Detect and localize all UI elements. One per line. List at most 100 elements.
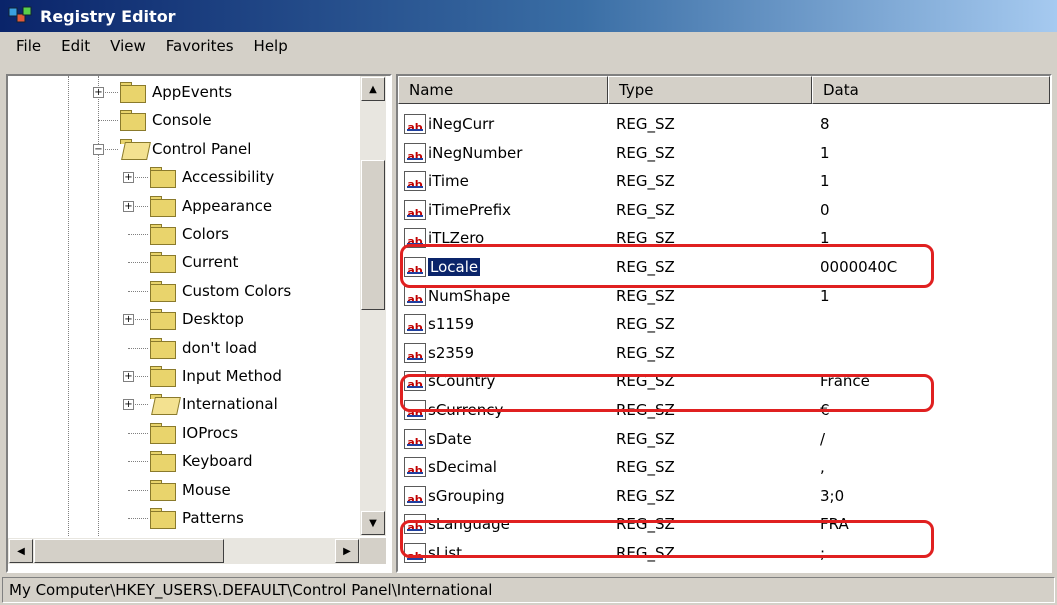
tree-item[interactable]: Mouse [148,476,231,504]
tree-item[interactable]: Appearance [148,192,272,220]
tree-item[interactable]: IOProcs [148,419,238,447]
value-name: sCountry [428,372,496,391]
registry-editor-icon [8,5,34,27]
tree-item[interactable]: Input Method [148,362,282,390]
string-value-icon: ab [404,514,426,535]
tree-connector-line [128,432,148,434]
table-row[interactable]: ab iTLZero REG_SZ 1 [398,224,1050,252]
folder-icon [148,195,176,217]
value-name: iTLZero [428,229,485,248]
tree-item[interactable]: Console [118,106,212,134]
folder-icon [148,167,176,189]
value-name-cell: ab sList [404,539,462,567]
value-data: 1 [820,286,830,305]
value-name-cell: ab NumShape [404,282,510,310]
tree-item[interactable]: Control Panel [118,135,251,163]
tree-item[interactable]: don't load [148,334,257,362]
values-list-pane: Name Type Data ab iNegCurr REG_SZ 8 ab iNegNu… [396,74,1052,573]
tree-item[interactable]: AppEvents [118,78,232,106]
table-row[interactable]: ab Locale REG_SZ 0000040C [398,253,1050,281]
expand-icon[interactable]: + [93,87,104,98]
scroll-left-button[interactable]: ◀ [9,539,33,563]
tree-connector-line [128,489,148,491]
tree-item[interactable]: Desktop [148,305,244,333]
value-data: France [820,372,870,391]
horizontal-scroll-thumb[interactable] [34,539,224,563]
table-row[interactable]: ab NumShape REG_SZ 1 [398,282,1050,310]
tree-connector-line [128,262,148,264]
tree-item[interactable]: Custom Colors [148,277,291,305]
title-bar[interactable]: Registry Editor [0,0,1057,32]
menu-bar: File Edit View Favorites Help [0,33,298,59]
folder-icon [118,82,146,103]
scroll-thumb[interactable] [361,160,385,310]
table-row[interactable]: ab s1159 REG_SZ [398,310,1050,338]
folder-icon [148,508,176,529]
column-header-name[interactable]: Name [398,76,608,104]
value-type: REG_SZ [616,115,675,133]
table-row[interactable]: ab iTimePrefix REG_SZ 0 [398,196,1050,224]
table-row[interactable]: ab sDecimal REG_SZ, [398,453,1050,481]
string-value-icon: ab [404,114,426,134]
column-header-data[interactable]: Data [812,76,1050,104]
string-value-icon: ab [404,543,426,563]
expand-icon[interactable]: + [123,200,134,212]
tree-vertical-scrollbar[interactable]: ▲ ▼ [360,76,386,536]
tree-item-label: don't load [182,338,258,357]
tree-item[interactable]: Keyboard [148,447,253,475]
folder-icon [148,422,176,444]
menu-favorites[interactable]: Favorites [156,37,244,55]
scroll-up-button[interactable]: ▲ [361,77,385,101]
tree-item[interactable]: Colors [148,220,229,248]
scroll-right-button[interactable]: ▶ [335,539,359,563]
column-header-type[interactable]: Type [608,76,812,104]
tree-item[interactable]: Accessibility [148,163,274,191]
menu-view[interactable]: View [100,37,156,55]
scrollbar-corner [360,538,386,564]
tree-guide-line [68,76,69,536]
value-name-cell: ab sCountry [404,367,495,395]
table-row[interactable]: ab sLanguage REG_SZ FRA [398,510,1050,538]
scroll-down-button[interactable]: ▼ [361,511,385,535]
table-row[interactable]: ab s2359 REG_SZ [398,339,1050,367]
value-name: s1159 [428,315,474,334]
menu-edit[interactable]: Edit [51,37,100,55]
table-row[interactable]: ab iNegCurr REG_SZ 8 [398,110,1050,138]
table-row[interactable]: ab iTime REG_SZ 1 [398,167,1050,195]
open-folder-icon [118,138,151,160]
value-name-cell: ab iNegNumber [404,139,522,167]
table-row[interactable]: ab iNegNumber REG_SZ 1 [398,139,1050,167]
expand-icon[interactable]: + [123,172,134,184]
tree-horizontal-scrollbar[interactable]: ◀ ▶ [8,538,360,564]
expand-icon[interactable]: + [123,371,134,382]
table-row[interactable]: ab sCurrency REG_SZ € [398,396,1050,424]
string-value-icon: ab [404,314,426,335]
expand-icon[interactable]: + [123,399,134,411]
value-type: REG_SZ [616,544,675,562]
table-row[interactable]: ab sCountry REG_SZ France [398,367,1050,395]
key-tree-pane: + AppEvents Console − Control Panel + Accessib… [6,74,392,573]
folder-icon [148,224,176,245]
tree-item-label: IOProcs [182,423,239,442]
string-value-icon: ab [404,257,426,277]
status-path: My Computer\HKEY_USERS\.DEFAULT\Control … [9,581,493,599]
tree-item-label: Appearance [182,196,273,215]
value-name-cell: ab sDate [404,425,472,453]
tree-item[interactable]: Current [148,248,238,276]
folder-icon [148,280,176,302]
table-row[interactable]: ab sGrouping REG_SZ 3;0 [398,482,1050,510]
table-row[interactable]: ab sList REG_SZ; [398,539,1050,567]
expand-icon[interactable]: + [123,314,134,326]
menu-help[interactable]: Help [244,37,298,55]
value-name-cell: ab sDecimal [404,453,497,481]
tree-item[interactable]: International [148,390,278,418]
list-header: Name Type Data [398,76,1050,104]
tree-item-label: Input Method [182,367,282,385]
collapse-icon[interactable]: − [93,143,104,155]
tree-item[interactable]: Patterns [148,504,244,532]
menu-file[interactable]: File [6,37,51,55]
string-value-icon: ab [404,342,426,363]
tree-item[interactable]: PowerCfg [148,532,253,536]
value-name: sDecimal [428,458,497,477]
table-row[interactable]: ab sDate REG_SZ / [398,425,1050,453]
